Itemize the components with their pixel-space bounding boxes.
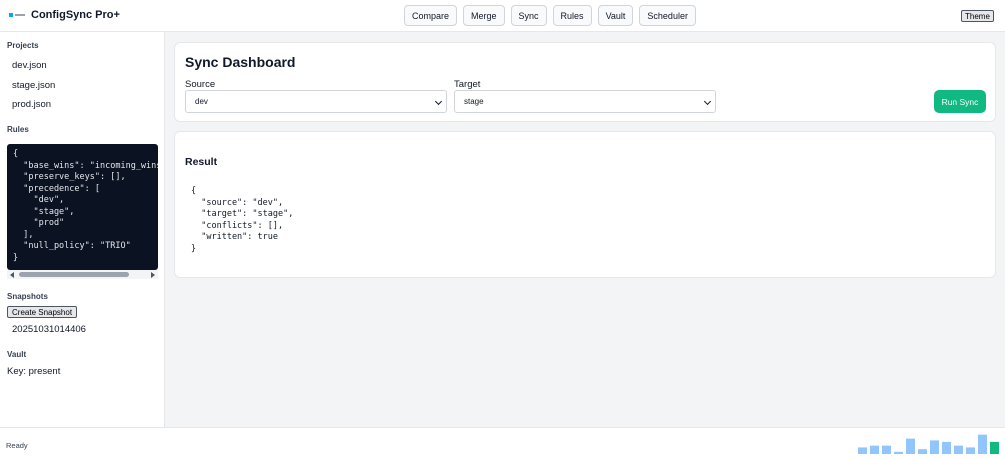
page-title: Sync Dashboard [185,54,296,70]
nav-scheduler-button[interactable]: Scheduler [639,5,696,26]
activity-sparkline [858,434,999,454]
project-item-stage[interactable]: stage.json [12,80,55,91]
project-item-prod[interactable]: prod.json [12,99,51,110]
nav-rules-button[interactable]: Rules [552,5,592,26]
source-label: Source [185,79,216,90]
target-select[interactable]: stage [454,90,716,113]
sidebar: Projects dev.json stage.json prod.json R… [0,32,165,427]
top-nav: Compare Merge Sync Rules Vault Scheduler [404,5,696,26]
activity-bar [870,445,879,454]
nav-vault-button[interactable]: Vault [597,5,634,26]
scroll-thumb[interactable] [19,272,129,277]
run-sync-button[interactable]: Run Sync [934,90,986,113]
activity-bar [942,441,951,454]
rules-heading: Rules [7,125,29,134]
target-select-value: stage [464,97,484,106]
activity-bar [918,449,927,454]
vault-status: Key: present [7,366,61,377]
app-logo-icon [9,10,27,20]
rules-editor[interactable]: { "base_wins": "incoming_wins", "preserv… [7,144,158,270]
activity-bar [882,445,891,454]
rules-code: { "base_wins": "incoming_wins", "preserv… [13,149,158,263]
chevron-down-icon [703,97,712,106]
activity-bar [954,445,963,454]
activity-bar [990,441,999,454]
theme-toggle-button[interactable]: Theme [961,10,994,22]
status-text: Ready [6,441,28,450]
activity-bar [858,447,867,454]
activity-bar [930,440,939,454]
projects-heading: Projects [7,41,39,50]
activity-bar [906,438,915,454]
activity-bar [894,451,903,454]
activity-bar [966,447,975,454]
snapshots-heading: Snapshots [7,292,48,301]
project-item-dev[interactable]: dev.json [12,60,47,71]
status-bar: Ready [0,427,1005,460]
result-card: Result { "source": "dev", "target": "sta… [174,131,996,278]
rules-horizontal-scrollbar[interactable] [7,270,158,279]
app-header: ConfigSync Pro+ Compare Merge Sync Rules… [0,0,1005,32]
sync-dashboard-card: Sync Dashboard Source dev Target stage R… [174,42,996,122]
chevron-down-icon [434,97,443,106]
nav-sync-button[interactable]: Sync [510,5,547,26]
scroll-left-icon[interactable] [10,272,14,278]
activity-bar [978,434,987,454]
source-select-value: dev [195,97,208,106]
vault-heading: Vault [7,350,27,359]
scroll-right-icon[interactable] [151,272,155,278]
result-title: Result [185,156,218,168]
result-output: { "source": "dev", "target": "stage", "c… [191,186,294,254]
snapshot-item[interactable]: 20251031014406 [12,324,86,335]
source-select[interactable]: dev [185,90,447,113]
nav-compare-button[interactable]: Compare [404,5,458,26]
target-label: Target [454,79,481,90]
app-title: ConfigSync Pro+ [31,9,120,21]
nav-merge-button[interactable]: Merge [463,5,505,26]
create-snapshot-button[interactable]: Create Snapshot [7,306,78,318]
